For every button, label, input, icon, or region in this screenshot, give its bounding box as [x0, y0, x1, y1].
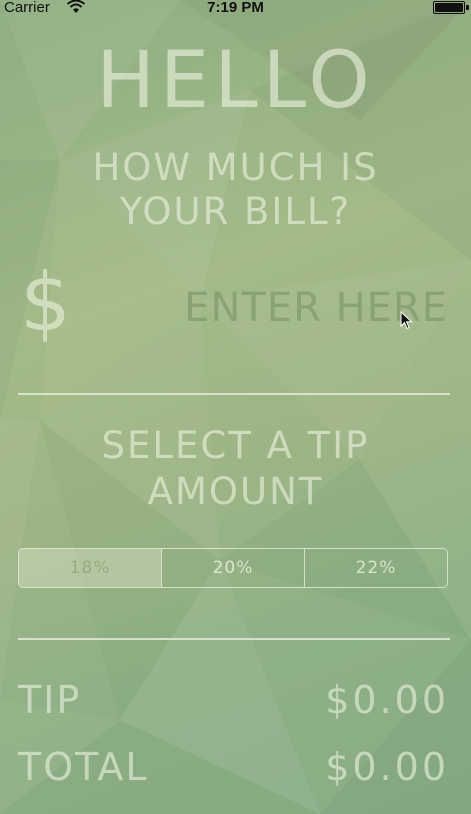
total-amount-value: $0.00	[325, 745, 449, 789]
tip-option-20[interactable]: 20%	[161, 549, 304, 587]
tip-label: TIP	[18, 678, 82, 722]
status-bar: Carrier 7:19 PM	[0, 0, 471, 18]
divider-line	[18, 393, 450, 395]
tip-heading: SELECT A TIP AMOUNT	[0, 423, 471, 515]
total-label: TOTAL	[18, 745, 149, 789]
tip-percentage-selector: 18% 20% 22%	[18, 548, 448, 588]
dollar-sign: $	[20, 256, 71, 349]
battery-icon	[433, 1, 469, 14]
bill-question: HOW MUCH IS YOUR BILL?	[0, 146, 471, 234]
tip-option-22[interactable]: 22%	[304, 549, 447, 587]
tip-heading-line-1: SELECT A TIP	[101, 424, 370, 467]
mouse-cursor-icon	[400, 311, 413, 330]
tip-heading-line-2: AMOUNT	[147, 470, 324, 513]
tip-option-18[interactable]: 18%	[19, 549, 161, 587]
clock-time: 7:19 PM	[207, 0, 264, 16]
divider-line	[18, 638, 450, 640]
greeting-title: HELLO	[96, 36, 375, 126]
bill-question-line-1: HOW MUCH IS	[92, 146, 379, 189]
bill-question-line-2: YOUR BILL?	[119, 190, 352, 233]
tip-amount-value: $0.00	[325, 678, 449, 722]
